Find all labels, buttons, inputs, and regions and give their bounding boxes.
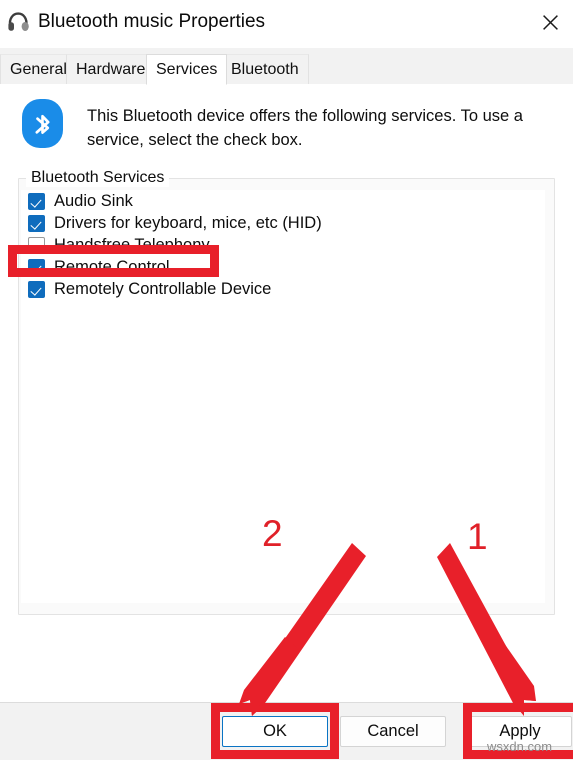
checkbox-audio-sink[interactable] [28,192,45,210]
services-description: This Bluetooth device offers the followi… [87,107,523,149]
groupbox-label: Bluetooth Services [26,169,170,187]
list-item[interactable]: Drivers for keyboard, mice, etc (HID) [21,212,545,234]
service-label: Audio Sink [54,192,133,210]
list-item[interactable]: Audio Sink [21,190,545,212]
tab-strip: General Hardware Services Bluetooth [0,48,573,85]
title-bar: Bluetooth music Properties [0,0,573,48]
service-label: Drivers for keyboard, mice, etc (HID) [54,214,322,232]
service-label: Handsfree Telephony [54,236,210,254]
tab-hardware[interactable]: Hardware [66,54,156,84]
checkbox-remote-control[interactable] [28,258,45,276]
cancel-button[interactable]: Cancel [340,716,446,747]
annotation-step-two: 2 [262,513,283,554]
bluetooth-icon [22,99,63,148]
window-title: Bluetooth music Properties [38,11,266,32]
tab-services[interactable]: Services [146,54,228,85]
ok-button[interactable]: OK [222,716,328,747]
checkbox-remotely-controllable-device[interactable] [28,280,45,298]
annotation-step-one: 1 [467,516,488,557]
list-item[interactable]: Remote Control [21,256,545,278]
list-item[interactable]: Remotely Controllable Device [21,278,545,300]
tab-bluetooth[interactable]: Bluetooth [221,54,309,84]
close-icon[interactable] [527,0,573,44]
service-label: Remote Control [54,258,170,276]
checkbox-hid-drivers[interactable] [28,214,45,232]
services-panel: This Bluetooth device offers the followi… [0,84,573,702]
list-item[interactable]: Handsfree Telephony [21,234,545,256]
checkbox-handsfree-telephony[interactable] [28,236,45,254]
headphones-icon [6,9,32,35]
service-label: Remotely Controllable Device [54,280,272,298]
watermark: wsxdn.com [487,739,553,754]
